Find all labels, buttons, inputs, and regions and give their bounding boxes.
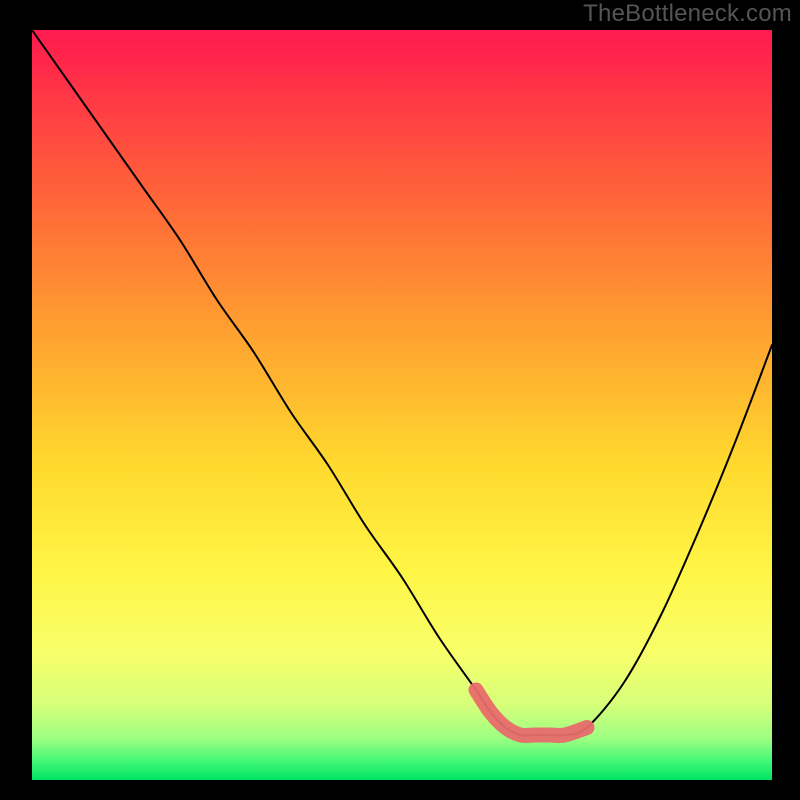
chart-container: { "watermark": "TheBottleneck.com", "plo… [0,0,800,800]
bottleneck-plot-svg [32,30,772,780]
watermark-site: TheBottleneck.com [583,0,792,28]
heat-gradient-bg [32,30,772,780]
bottleneck-plot [32,30,772,780]
